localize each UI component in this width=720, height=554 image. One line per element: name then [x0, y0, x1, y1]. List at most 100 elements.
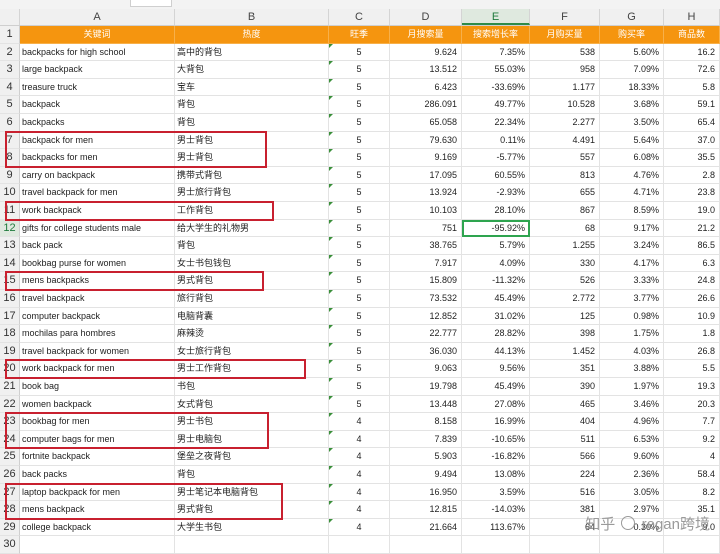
- table-cell[interactable]: 9.60%: [600, 448, 664, 466]
- table-cell[interactable]: 5: [329, 78, 390, 97]
- table-cell[interactable]: 5.903: [390, 448, 462, 466]
- table-cell[interactable]: 麻辣烫: [175, 325, 329, 343]
- table-cell[interactable]: 5: [329, 395, 390, 414]
- table-cell[interactable]: 1.452: [530, 342, 600, 361]
- table-cell[interactable]: 背包: [175, 237, 329, 255]
- column-header-f[interactable]: F: [530, 9, 600, 25]
- row-number[interactable]: 9: [0, 166, 20, 185]
- table-cell[interactable]: 398: [530, 325, 600, 343]
- row-number[interactable]: 6: [0, 114, 20, 132]
- table-cell[interactable]: 4: [329, 518, 390, 537]
- table-cell[interactable]: 23.8: [664, 184, 720, 202]
- column-header-g[interactable]: G: [600, 9, 664, 25]
- table-cell[interactable]: work backpack for men: [20, 360, 175, 378]
- table-cell[interactable]: 1.8: [664, 325, 720, 343]
- table-cell[interactable]: 3.88%: [600, 360, 664, 378]
- column-header-c[interactable]: C: [329, 9, 390, 25]
- table-cell[interactable]: 20.3: [664, 395, 720, 414]
- table-cell[interactable]: 4.76%: [600, 166, 664, 185]
- table-cell[interactable]: 7.839: [390, 430, 462, 449]
- table-cell[interactable]: 4.96%: [600, 413, 664, 431]
- table-cell[interactable]: 3.77%: [600, 290, 664, 308]
- table-cell[interactable]: 5: [329, 166, 390, 185]
- table-cell[interactable]: 3.46%: [600, 395, 664, 414]
- table-cell[interactable]: 15.809: [390, 272, 462, 290]
- table-cell[interactable]: 65.4: [664, 114, 720, 132]
- table-cell[interactable]: 1.177: [530, 78, 600, 97]
- table-cell[interactable]: [600, 536, 664, 554]
- table-cell[interactable]: 男士电脑包: [175, 430, 329, 449]
- table-cell[interactable]: 5: [329, 219, 390, 238]
- table-cell[interactable]: 73.532: [390, 290, 462, 308]
- table-cell[interactable]: 13.924: [390, 184, 462, 202]
- row-number[interactable]: 10: [0, 184, 20, 202]
- table-cell[interactable]: 5: [329, 237, 390, 255]
- table-cell[interactable]: 19.3: [664, 378, 720, 396]
- select-all-corner[interactable]: [0, 9, 20, 25]
- table-cell[interactable]: work backpack: [20, 202, 175, 220]
- column-header-h[interactable]: H: [664, 9, 720, 25]
- table-cell[interactable]: 45.49%: [462, 378, 530, 396]
- table-cell[interactable]: mens backpack: [20, 501, 175, 519]
- table-cell[interactable]: [175, 536, 329, 554]
- table-cell[interactable]: 2.277: [530, 114, 600, 132]
- table-cell[interactable]: laptop backpack for men: [20, 483, 175, 502]
- table-cell[interactable]: mens backpacks: [20, 272, 175, 290]
- table-cell[interactable]: -2.93%: [462, 184, 530, 202]
- table-cell[interactable]: 男士书包: [175, 413, 329, 431]
- table-cell[interactable]: -95.92%: [462, 219, 530, 238]
- table-cell[interactable]: 男士旅行背包: [175, 184, 329, 202]
- table-cell[interactable]: 59.1: [664, 96, 720, 114]
- table-cell[interactable]: 79.630: [390, 131, 462, 150]
- table-cell[interactable]: 背包: [175, 96, 329, 114]
- table-cell[interactable]: 867: [530, 202, 600, 220]
- table-cell[interactable]: 4.17%: [600, 254, 664, 273]
- table-cell[interactable]: 9.17%: [600, 219, 664, 238]
- row-number[interactable]: 24: [0, 430, 20, 449]
- table-cell[interactable]: 1.97%: [600, 378, 664, 396]
- table-cell[interactable]: 125: [530, 307, 600, 326]
- table-cell[interactable]: 16.2: [664, 43, 720, 62]
- table-cell[interactable]: 10.103: [390, 202, 462, 220]
- table-cell[interactable]: 女士书包钱包: [175, 254, 329, 273]
- table-cell[interactable]: 6.53%: [600, 430, 664, 449]
- table-cell[interactable]: 5.8: [664, 78, 720, 97]
- column-title-cell[interactable]: 商品数: [664, 26, 720, 44]
- table-cell[interactable]: -33.69%: [462, 78, 530, 97]
- table-cell[interactable]: 给大学生的礼物男: [175, 219, 329, 238]
- table-cell[interactable]: 390: [530, 378, 600, 396]
- table-cell[interactable]: 0.11%: [462, 131, 530, 150]
- table-cell[interactable]: 113.67%: [462, 518, 530, 537]
- table-cell[interactable]: carry on backpack: [20, 166, 175, 185]
- column-header-b[interactable]: B: [175, 9, 329, 25]
- table-cell[interactable]: [664, 536, 720, 554]
- column-header-e[interactable]: E: [462, 9, 530, 25]
- table-cell[interactable]: 1.255: [530, 237, 600, 255]
- table-cell[interactable]: 68: [530, 219, 600, 238]
- table-cell[interactable]: 17.095: [390, 166, 462, 185]
- table-cell[interactable]: -11.32%: [462, 272, 530, 290]
- table-cell[interactable]: book bag: [20, 378, 175, 396]
- row-number[interactable]: 16: [0, 290, 20, 308]
- table-cell[interactable]: 3.59%: [462, 483, 530, 502]
- table-cell[interactable]: 男士笔记本电脑背包: [175, 483, 329, 502]
- table-cell[interactable]: 5: [329, 96, 390, 114]
- table-cell[interactable]: 4: [329, 501, 390, 519]
- table-cell[interactable]: 3.68%: [600, 96, 664, 114]
- column-title-cell[interactable]: 热度: [175, 26, 329, 44]
- table-cell[interactable]: 男式背包: [175, 272, 329, 290]
- row-number[interactable]: 27: [0, 483, 20, 502]
- table-cell[interactable]: 宝车: [175, 78, 329, 97]
- table-cell[interactable]: 8.2: [664, 483, 720, 502]
- table-cell[interactable]: 6.08%: [600, 149, 664, 167]
- row-number[interactable]: 1: [0, 26, 20, 44]
- toolbar-tab-stub[interactable]: [130, 0, 172, 7]
- table-cell[interactable]: 5: [329, 360, 390, 378]
- row-number[interactable]: 30: [0, 536, 20, 554]
- table-cell[interactable]: 5: [329, 131, 390, 150]
- table-cell[interactable]: backpack for men: [20, 131, 175, 150]
- row-number[interactable]: 5: [0, 96, 20, 114]
- table-cell[interactable]: 3.05%: [600, 483, 664, 502]
- table-cell[interactable]: 351: [530, 360, 600, 378]
- table-cell[interactable]: 31.02%: [462, 307, 530, 326]
